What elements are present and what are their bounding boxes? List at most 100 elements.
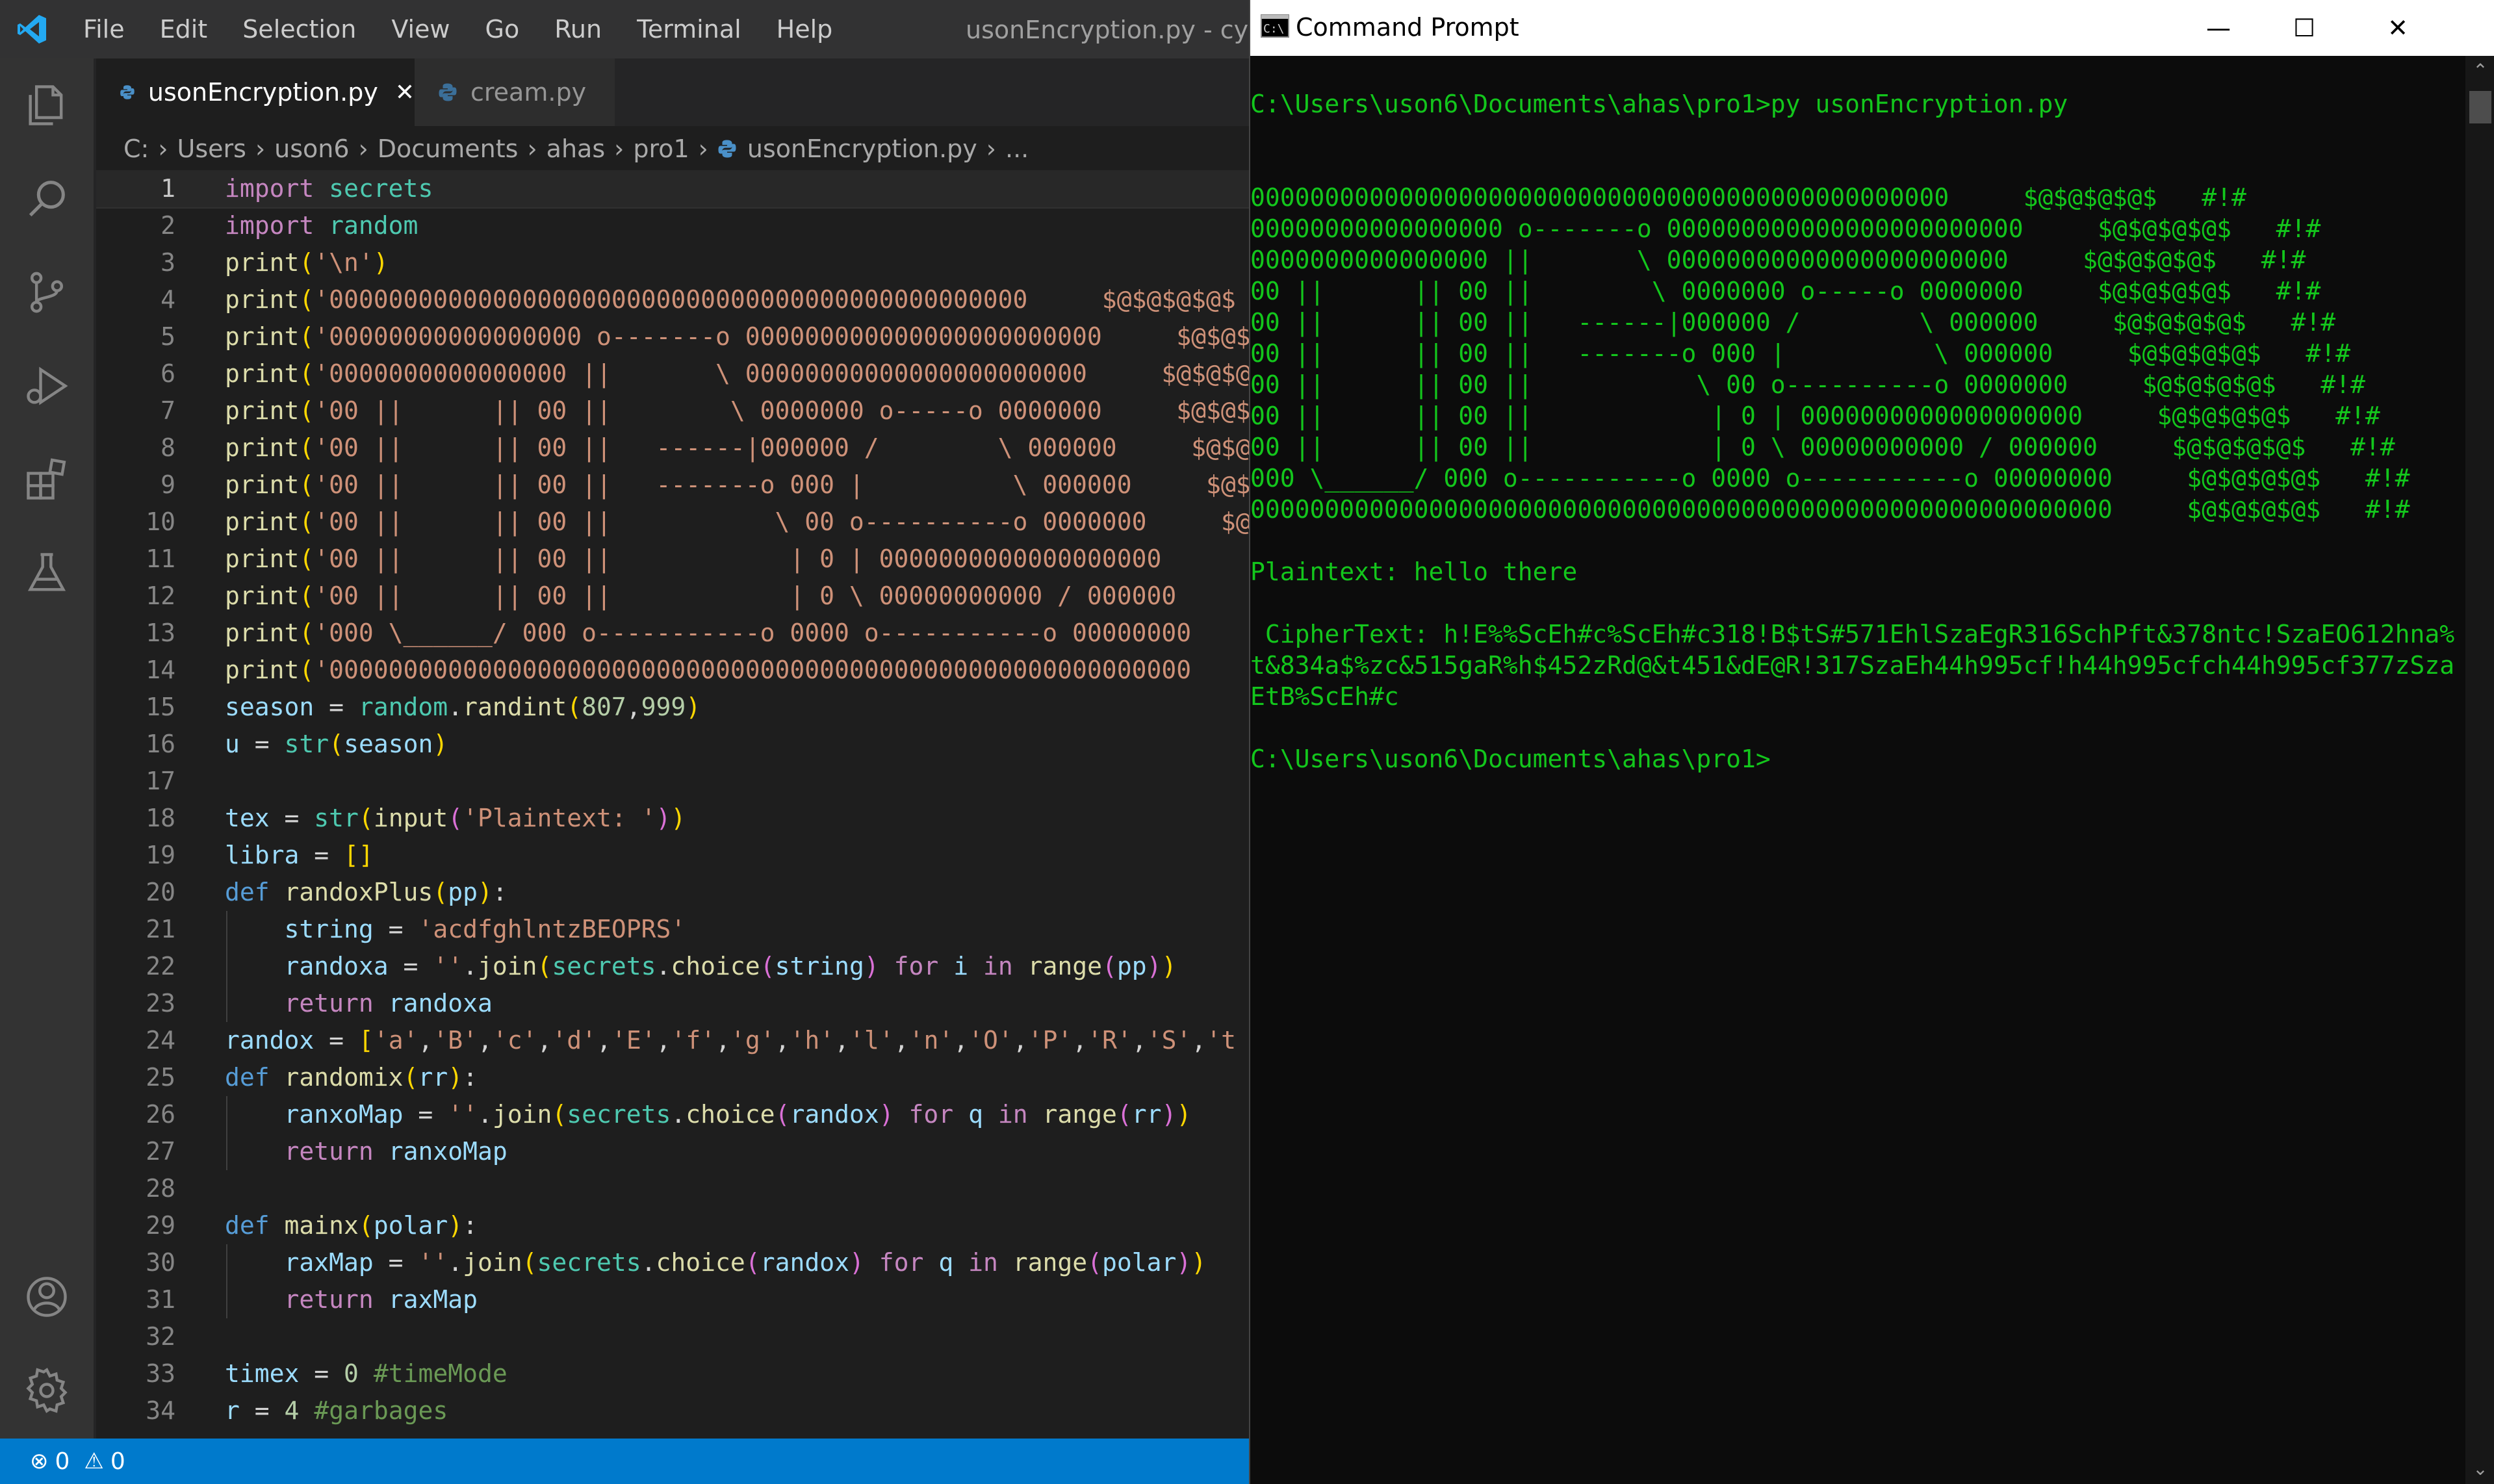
breadcrumb-item[interactable]: uson6	[274, 134, 349, 163]
vscode-logo-icon	[18, 15, 46, 44]
tab-usonencryption[interactable]: usonEncryption.py ✕	[96, 58, 415, 126]
scroll-up-icon[interactable]: ⌃	[2465, 56, 2494, 86]
error-icon[interactable]: ⊗	[30, 1448, 49, 1474]
code-line: 18 tex = str(input('Plaintext: '))	[96, 800, 1249, 837]
line-number: 15	[146, 693, 175, 721]
cmd-line: 00000000000000000 o-------o 000000000000…	[1250, 214, 2321, 243]
scrollbar-thumb[interactable]	[2469, 91, 2491, 123]
line-number: 1	[161, 174, 175, 203]
explorer-icon[interactable]	[21, 79, 73, 131]
line-number: 30	[146, 1248, 175, 1277]
cmd-title-bar: C:\ Command Prompt — ☐ ✕	[1250, 0, 2494, 56]
tab-label: cream.py	[470, 78, 587, 107]
menu-bar: File Edit Selection View Go Run Terminal…	[83, 0, 868, 58]
cmd-line: 00 || || 00 || -------o 000 | \ 000000 $…	[1250, 339, 2350, 368]
line-number: 28	[146, 1174, 175, 1203]
chevron-right-icon: ›	[158, 134, 168, 163]
breadcrumb-item[interactable]: usonEncryption.py	[747, 134, 977, 163]
warning-icon[interactable]: ⚠	[84, 1448, 103, 1474]
cmd-line: 00 || || 00 || \ 0000000 o-----o 0000000…	[1250, 277, 2321, 305]
menu-go[interactable]: Go	[485, 15, 520, 44]
menu-terminal[interactable]: Terminal	[637, 15, 741, 44]
tab-cream[interactable]: cream.py	[415, 58, 615, 126]
code-line: 11 print('00 || || 00 || | 0 | 0000000000…	[96, 541, 1249, 578]
window-title: usonEncryption.py - cyberse	[966, 16, 1249, 44]
menu-run[interactable]: Run	[554, 15, 602, 44]
search-icon[interactable]	[21, 173, 73, 225]
cmd-output[interactable]: C:\Users\uson6\Documents\ahas\pro1>py us…	[1250, 56, 2464, 1484]
testing-flask-icon[interactable]	[21, 547, 73, 599]
maximize-button[interactable]: ☐	[2261, 0, 2347, 56]
menu-view[interactable]: View	[391, 15, 450, 44]
code-line: 14 print('0000000000000000000000000000000…	[96, 652, 1249, 689]
cmd-line: 0000000000000000000000000000000000000000…	[1250, 495, 2410, 524]
cmd-line: 000 \______/ 000 o-----------o 0000 o---…	[1250, 464, 2410, 493]
code-line: 10 print('00 || || 00 || \ 00 o----------…	[96, 504, 1249, 541]
code-line: 22 randoxa = ''.join(secrets.choice(stri…	[96, 948, 1249, 985]
cmd-line: Plaintext: hello there	[1250, 557, 1578, 586]
line-number: 31	[146, 1285, 175, 1314]
code-editor[interactable]: 1 import secrets 2 import random 3 print('\…	[96, 170, 1249, 1437]
code-line: 26 ranxoMap = ''.join(secrets.choice(ran…	[96, 1096, 1249, 1133]
menu-selection[interactable]: Selection	[242, 15, 356, 44]
cmd-window-title: Command Prompt	[1296, 13, 1519, 42]
cmd-line: C:\Users\uson6\Documents\ahas\pro1>py us…	[1250, 90, 2068, 118]
cmd-prompt-line[interactable]: C:\Users\uson6\Documents\ahas\pro1>	[1250, 743, 1771, 774]
code-line: 32	[96, 1318, 1249, 1355]
line-number: 6	[161, 359, 175, 388]
cmd-line: 00 || || 00 || | 0 \ 00000000000 / 00000…	[1250, 433, 2395, 461]
line-number: 21	[146, 915, 175, 943]
chevron-right-icon: ›	[527, 134, 537, 163]
settings-gear-icon[interactable]	[21, 1364, 73, 1416]
line-number: 8	[161, 433, 175, 462]
code-line: 1 import secrets	[96, 170, 1249, 209]
menu-help[interactable]: Help	[777, 15, 833, 44]
chevron-right-icon: ›	[255, 134, 266, 163]
breadcrumb-item[interactable]: pro1	[633, 134, 689, 163]
line-number: 27	[146, 1137, 175, 1166]
source-control-icon[interactable]	[21, 266, 73, 318]
minimize-button[interactable]: —	[2176, 0, 2261, 56]
line-number: 23	[146, 989, 175, 1017]
error-count[interactable]: 0	[55, 1448, 70, 1475]
code-line: 8 print('00 || || 00 || ------|000000 / \…	[96, 429, 1249, 467]
code-line: 9 print('00 || || 00 || -------o 000 | \ …	[96, 467, 1249, 504]
line-number: 11	[146, 544, 175, 573]
breadcrumb-item[interactable]: Users	[177, 134, 246, 163]
run-debug-icon[interactable]	[21, 360, 73, 412]
code-line: 2 import random	[96, 207, 1249, 244]
account-icon[interactable]	[21, 1271, 73, 1323]
menu-edit[interactable]: Edit	[160, 15, 208, 44]
line-number: 24	[146, 1026, 175, 1055]
line-number: 29	[146, 1211, 175, 1240]
cmd-app-icon: C:\	[1261, 14, 1289, 38]
line-number: 12	[146, 582, 175, 610]
line-number: 34	[146, 1396, 175, 1425]
cmd-scrollbar[interactable]: ⌃ ⌄	[2465, 56, 2494, 1484]
code-line: 33 timex = 0 #timeMode	[96, 1355, 1249, 1392]
breadcrumb-item[interactable]: Documents	[378, 134, 519, 163]
menu-file[interactable]: File	[83, 15, 125, 44]
tab-close-icon[interactable]: ✕	[395, 79, 415, 106]
code-line: 7 print('00 || || 00 || \ 0000000 o-----o…	[96, 392, 1249, 429]
breadcrumb-item[interactable]: ...	[1005, 134, 1029, 163]
svg-text:C:\: C:\	[1263, 22, 1285, 36]
scroll-down-icon[interactable]: ⌄	[2465, 1454, 2494, 1484]
breadcrumb-item[interactable]: C:	[123, 134, 149, 163]
line-number: 7	[161, 396, 175, 425]
cmd-line: 00 || || 00 || ------|000000 / \ 000000 …	[1250, 308, 2336, 337]
extensions-icon[interactable]	[21, 454, 73, 505]
line-number: 18	[146, 804, 175, 832]
close-button[interactable]: ✕	[2355, 0, 2441, 56]
breadcrumb-item[interactable]: ahas	[546, 134, 605, 163]
editor-tabs: usonEncryption.py ✕ cream.py	[96, 58, 1249, 126]
code-line: 24 randox = ['a','B','c','d','E','f','g',…	[96, 1022, 1249, 1059]
line-number: 33	[146, 1359, 175, 1388]
warning-count[interactable]: 0	[110, 1448, 125, 1475]
line-number: 4	[161, 285, 175, 314]
code-line: 12 print('00 || || 00 || | 0 \ 0000000000…	[96, 578, 1249, 615]
cmd-line: EtB%ScEh#c	[1250, 682, 1399, 711]
cmd-line: 0000000000000000000000000000000000000000…	[1250, 183, 2246, 212]
title-bar: File Edit Selection View Go Run Terminal…	[0, 0, 1249, 58]
vscode-window: File Edit Selection View Go Run Terminal…	[0, 0, 1249, 1484]
